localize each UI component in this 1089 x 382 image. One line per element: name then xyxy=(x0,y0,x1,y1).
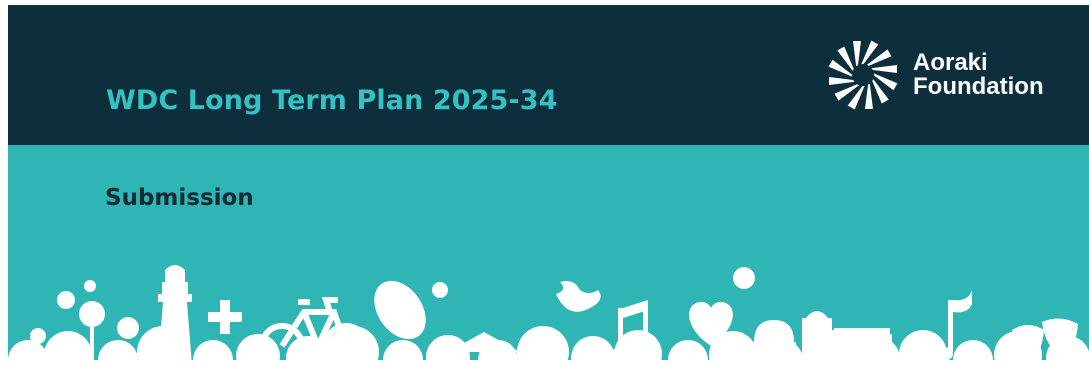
brand-logo: Aoraki Foundation xyxy=(823,35,1073,115)
flower-icon xyxy=(733,267,755,289)
brand-line-1: Aoraki xyxy=(913,49,988,76)
plus-icon xyxy=(208,300,242,334)
sunburst-icon xyxy=(828,40,898,110)
community-skyline-illustration xyxy=(8,265,1089,382)
brand-line-2: Foundation xyxy=(913,73,1044,100)
document-subtitle: Submission xyxy=(105,185,254,211)
rugby-ball-icon xyxy=(374,280,426,340)
lighthouse-icon xyxy=(158,265,192,365)
cover-banner: WDC Long Term Plan 2025-34 Submission Ao… xyxy=(8,5,1089,382)
flower-icon xyxy=(432,282,448,298)
page-title: WDC Long Term Plan 2025-34 xyxy=(106,85,558,116)
observatory-icon xyxy=(752,320,796,372)
brand-name: Aoraki Foundation xyxy=(913,51,1044,99)
bird-icon xyxy=(556,281,601,312)
building-icon xyxy=(802,311,892,370)
